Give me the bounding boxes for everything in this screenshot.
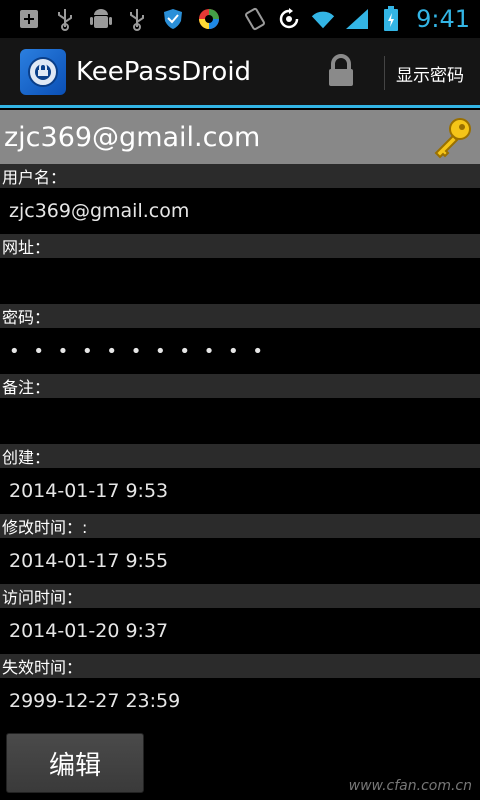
field-label: 网址： [0, 234, 480, 258]
show-password-button[interactable]: 显示密码 [396, 38, 464, 108]
field-label: 备注： [0, 374, 480, 398]
action-bar: KeePassDroid 显示密码 [0, 38, 480, 108]
status-bar: 9:41 [0, 0, 480, 38]
field-value: 2999-12-27 23:59 [0, 678, 480, 724]
field-value: 2014-01-20 9:37 [0, 608, 480, 654]
field-url: 网址： [0, 234, 480, 304]
status-time: 9:41 [416, 5, 470, 33]
signal-icon [344, 6, 370, 32]
field-accessed: 访问时间： 2014-01-20 9:37 [0, 584, 480, 654]
key-icon [430, 116, 474, 160]
field-notes: 备注： [0, 374, 480, 444]
lock-icon [326, 54, 356, 92]
field-label: 创建： [0, 444, 480, 468]
field-label: 修改时间：: [0, 514, 480, 538]
field-value[interactable]: zjc369@gmail.com [0, 188, 480, 234]
shield-icon [160, 6, 186, 32]
entry-title-bar: zjc369@gmail.com [0, 110, 480, 164]
usb-icon [52, 6, 78, 32]
field-expires: 失效时间： 2999-12-27 23:59 [0, 654, 480, 724]
app-title: KeePassDroid [76, 56, 252, 87]
android-debug-icon [88, 6, 114, 32]
field-list: 用户名： zjc369@gmail.com 网址： 密码： • • • • • … [0, 164, 480, 724]
field-value[interactable] [0, 258, 480, 304]
battery-icon [378, 6, 404, 32]
field-value[interactable] [0, 398, 480, 444]
usb-icon [124, 6, 150, 32]
field-username: 用户名： zjc369@gmail.com [0, 164, 480, 234]
field-created: 创建： 2014-01-17 9:53 [0, 444, 480, 514]
field-value[interactable]: • • • • • • • • • • • [0, 328, 480, 374]
screen: 9:41 KeePassDroid 显示密码 zjc369@gmail.com [0, 0, 480, 800]
lock-button[interactable] [320, 52, 362, 94]
rotate-icon [242, 6, 268, 32]
entry-title: zjc369@gmail.com [4, 121, 261, 153]
edit-button[interactable]: 编辑 [6, 733, 144, 793]
field-label: 失效时间： [0, 654, 480, 678]
color-wheel-icon [196, 6, 222, 32]
field-modified: 修改时间：: 2014-01-17 9:55 [0, 514, 480, 584]
wifi-icon [310, 6, 336, 32]
field-label: 用户名： [0, 164, 480, 188]
sync-icon [276, 6, 302, 32]
action-divider [384, 56, 385, 90]
field-label: 密码： [0, 304, 480, 328]
field-password: 密码： • • • • • • • • • • • [0, 304, 480, 374]
watermark: www.cfan.com.cn [348, 778, 472, 794]
app-logo-icon[interactable] [20, 48, 66, 95]
field-value: 2014-01-17 9:53 [0, 468, 480, 514]
field-label: 访问时间： [0, 584, 480, 608]
add-box-icon [16, 6, 42, 32]
field-value: 2014-01-17 9:55 [0, 538, 480, 584]
